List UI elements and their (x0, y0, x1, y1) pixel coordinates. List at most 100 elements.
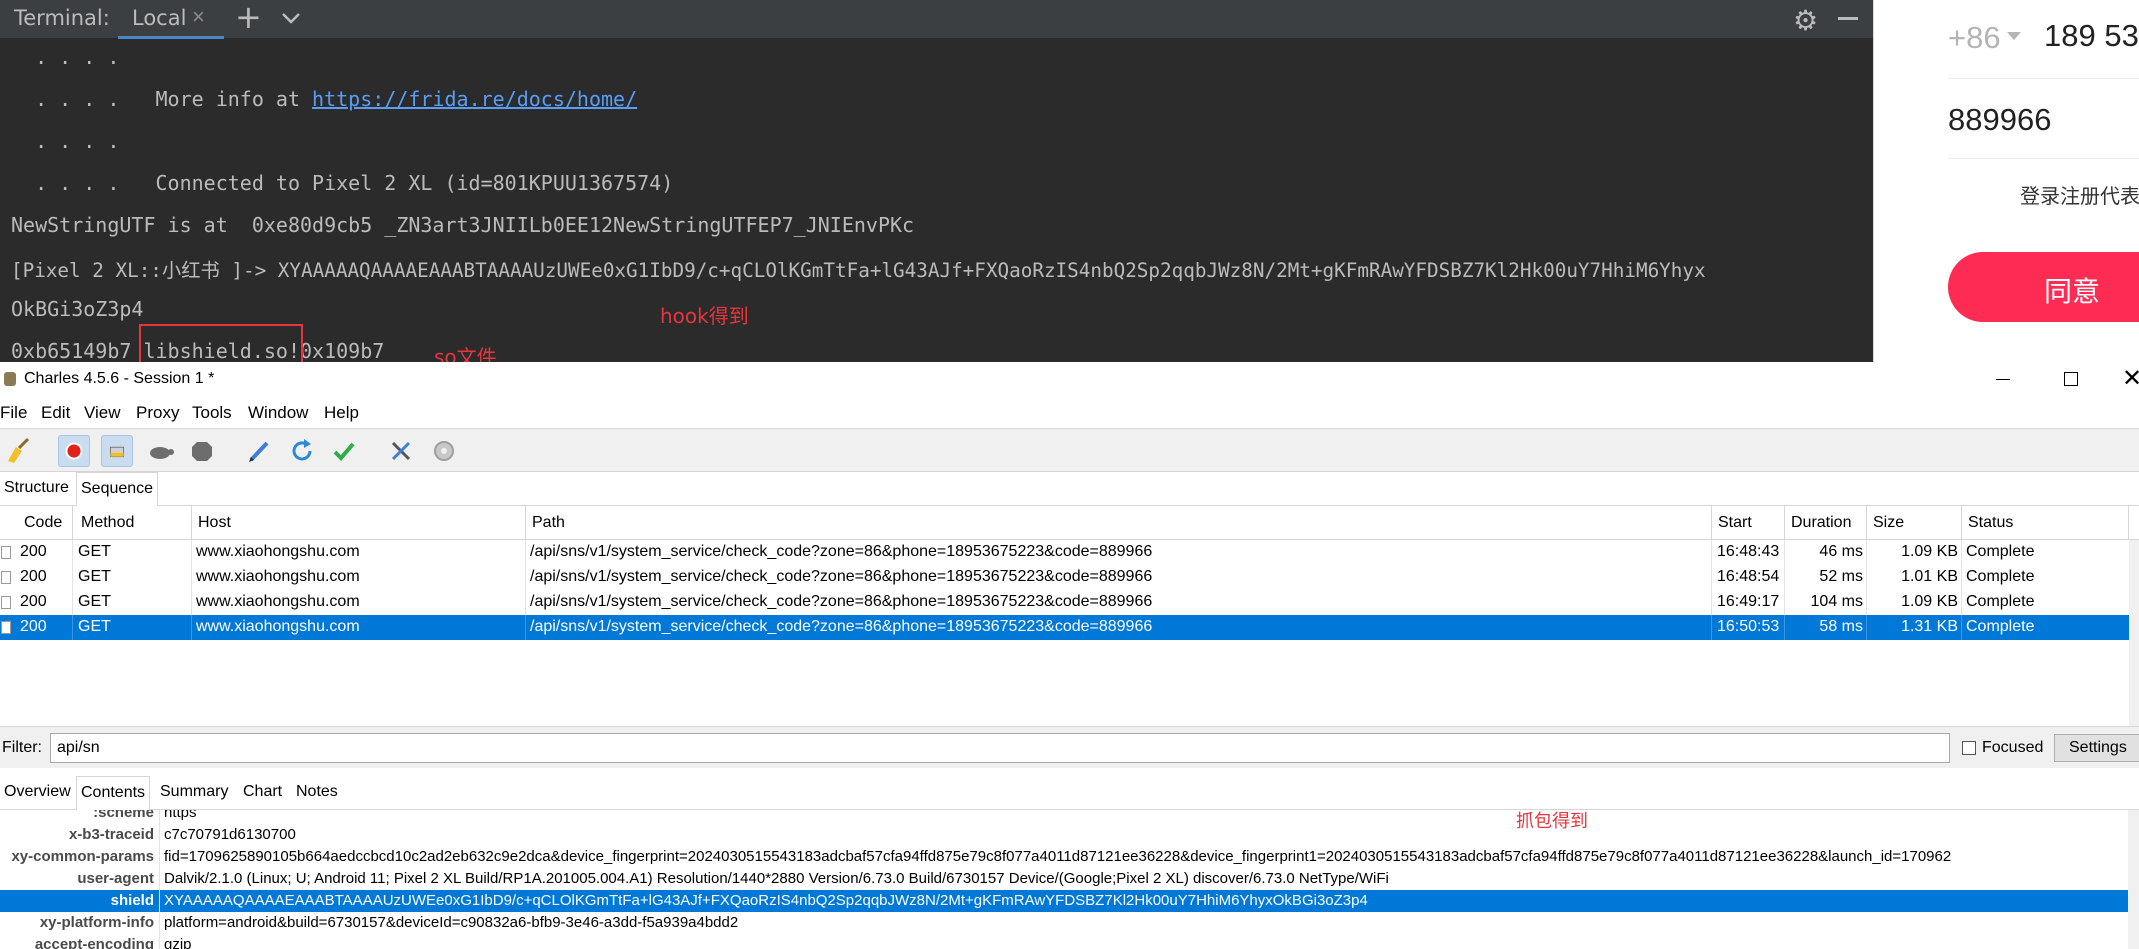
header-row[interactable]: xy-common-params fid=1709625890105b664ae… (0, 846, 2128, 868)
phone-number-input[interactable]: 189 536 (2044, 18, 2139, 54)
close-tab-icon[interactable]: × (192, 4, 205, 30)
verification-code-input[interactable]: 889966 (1948, 102, 2051, 138)
settings-button[interactable]: Settings (2054, 734, 2139, 762)
header-value: c7c70791d6130700 (164, 826, 296, 843)
turtle-icon[interactable] (144, 435, 176, 467)
filter-input[interactable] (50, 733, 1950, 763)
hook-annotation: hook得到 (660, 304, 749, 328)
broom-icon[interactable] (2, 435, 34, 467)
tab-sequence[interactable]: Sequence (76, 472, 159, 506)
column-separator (1866, 506, 1867, 540)
gear-icon[interactable]: ⚙ (1793, 4, 1818, 37)
column-separator (1711, 506, 1712, 540)
column-path[interactable]: Path (532, 514, 565, 532)
divider (1948, 158, 2139, 159)
cell-separator (159, 824, 160, 846)
cell-separator (1784, 565, 1785, 590)
cell-path: /api/sns/v1/system_service/check_code?zo… (530, 543, 1153, 560)
cell-status: Complete (1966, 543, 2035, 560)
tab-chart[interactable]: Chart (239, 776, 286, 810)
vertical-scrollbar[interactable] (2128, 810, 2139, 949)
tab-notes[interactable]: Notes (292, 776, 342, 810)
table-row[interactable]: 200 GET www.xiaohongshu.com /api/sns/v1/… (0, 540, 2130, 565)
header-key: xy-platform-info (39, 914, 154, 931)
request-icon (1, 571, 11, 584)
minimize-icon[interactable] (1838, 17, 1858, 20)
header-key: x-b3-traceid (68, 826, 154, 843)
table-row[interactable]: 200 GET www.xiaohongshu.com /api/sns/v1/… (0, 590, 2130, 615)
charles-window: Charles 4.5.6 - Session 1 * ✕ File Edit … (0, 362, 2139, 949)
tab-contents[interactable]: Contents (76, 776, 151, 810)
minimize-icon[interactable] (1996, 379, 2010, 380)
window-title: Charles 4.5.6 - Session 1 * (24, 370, 215, 387)
header-row[interactable]: x-b3-traceid c7c70791d6130700 (0, 824, 2128, 846)
cell-path: /api/sns/v1/system_service/check_code?zo… (530, 593, 1153, 610)
pen-icon[interactable] (243, 435, 275, 467)
header-row[interactable]: user-agent Dalvik/2.1.0 (Linux; U; Andro… (0, 868, 2128, 890)
refresh-icon[interactable] (286, 435, 318, 467)
header-row[interactable]: accept-encoding gzip (0, 934, 2128, 949)
menu-window[interactable]: Window (248, 403, 308, 423)
request-headers-table: :scheme https x-b3-traceid c7c70791d6130… (0, 810, 2139, 949)
cell-host: www.xiaohongshu.com (196, 593, 360, 610)
menu-proxy[interactable]: Proxy (136, 403, 179, 423)
column-method[interactable]: Method (81, 514, 134, 532)
header-value: XYAAAAAQAAAAEAAABTAAAAUzUWEe0xG1IbD9/c+q… (164, 892, 1368, 909)
cell-separator (159, 810, 160, 824)
menu-edit[interactable]: Edit (41, 403, 70, 423)
cell-separator (159, 868, 160, 890)
header-row[interactable]: :scheme https (0, 810, 2128, 824)
cell-separator (1784, 540, 1785, 565)
header-row[interactable]: xy-platform-info platform=android&build=… (0, 912, 2128, 934)
menu-help[interactable]: Help (324, 403, 359, 423)
capture-annotation: 抓包得到 (1516, 811, 1588, 832)
cell-separator (191, 540, 192, 565)
terminal-line: OkBGi3oZ3p4 (11, 297, 144, 321)
header-key: user-agent (77, 870, 154, 887)
stop-icon[interactable] (186, 435, 218, 467)
header-row-selected[interactable]: shield XYAAAAAQAAAAEAAABTAAAAUzUWEe0xG1I… (0, 890, 2128, 912)
cell-method: GET (78, 618, 111, 635)
check-icon[interactable] (328, 435, 360, 467)
frida-docs-link[interactable]: https://frida.re/docs/home/ (312, 87, 637, 111)
maximize-icon[interactable] (2064, 372, 2078, 386)
cell-status: Complete (1966, 593, 2035, 610)
tools-icon[interactable] (385, 435, 417, 467)
column-status[interactable]: Status (1968, 514, 2013, 532)
cell-start: 16:48:54 (1717, 568, 1780, 585)
close-icon[interactable]: ✕ (2122, 364, 2139, 393)
cell-separator (1866, 565, 1867, 590)
cell-separator (191, 590, 192, 615)
country-code-select[interactable]: +86 (1948, 20, 2001, 56)
cell-size: 1.01 KB (1901, 568, 1958, 585)
terminal-tab-local[interactable]: Local × (118, 0, 224, 39)
focused-checkbox[interactable] (1962, 741, 1976, 755)
terminal-line: . . . . (11, 129, 120, 153)
tab-summary[interactable]: Summary (156, 776, 232, 810)
throttle-icon[interactable] (101, 435, 133, 467)
settings-icon[interactable] (428, 435, 460, 467)
column-start[interactable]: Start (1718, 514, 1752, 532)
record-icon[interactable] (58, 435, 90, 467)
column-separator (1784, 506, 1785, 540)
add-terminal-icon[interactable]: + (235, 0, 262, 36)
tab-structure[interactable]: Structure (0, 472, 73, 506)
cell-separator (191, 565, 192, 590)
column-duration[interactable]: Duration (1791, 514, 1851, 532)
menu-view[interactable]: View (84, 403, 121, 423)
column-size[interactable]: Size (1873, 514, 1904, 532)
cell-host: www.xiaohongshu.com (196, 543, 360, 560)
request-icon (1, 621, 11, 634)
tab-overview[interactable]: Overview (0, 776, 75, 810)
table-row[interactable]: 200 GET www.xiaohongshu.com /api/sns/v1/… (0, 565, 2130, 590)
vertical-scrollbar[interactable] (2129, 540, 2139, 726)
column-host[interactable]: Host (198, 514, 231, 532)
table-row-selected[interactable]: 200 GET www.xiaohongshu.com /api/sns/v1/… (0, 615, 2130, 640)
menu-file[interactable]: File (0, 403, 27, 423)
menu-tools[interactable]: Tools (192, 403, 232, 423)
column-separator (2128, 506, 2129, 540)
chevron-down-icon[interactable] (280, 10, 302, 26)
cell-size: 1.09 KB (1901, 543, 1958, 560)
column-code[interactable]: Code (24, 514, 62, 532)
cell-separator (1711, 615, 1712, 640)
